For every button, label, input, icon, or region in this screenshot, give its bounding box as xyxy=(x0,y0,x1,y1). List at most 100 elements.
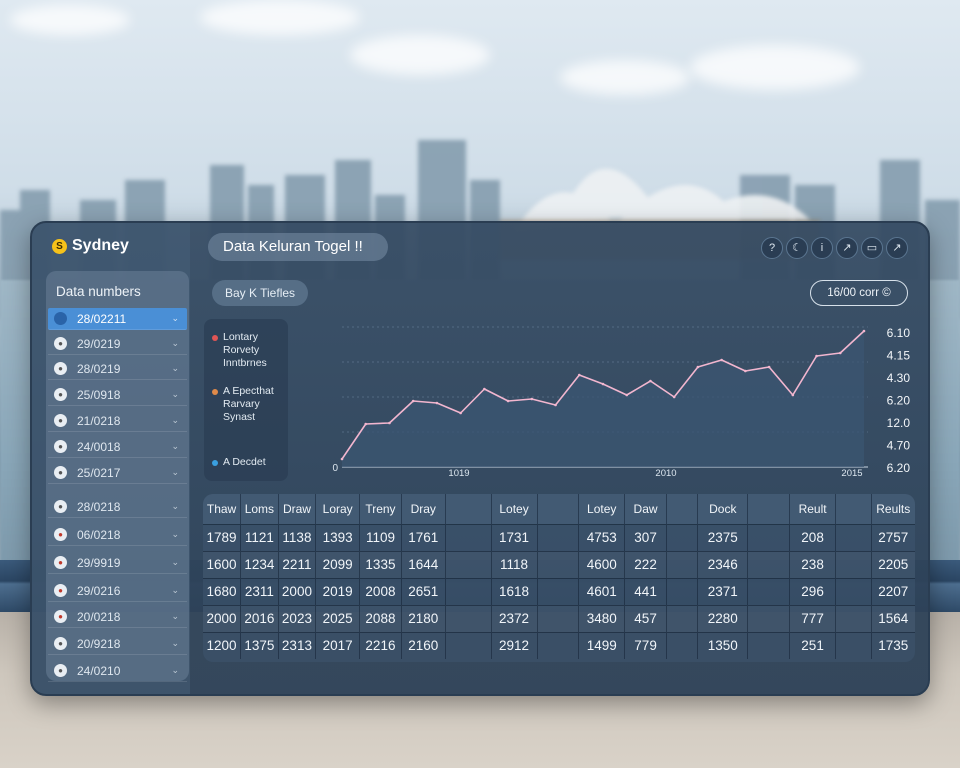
y-tick-label: 0 xyxy=(332,463,338,474)
table-cell: 296 xyxy=(789,577,837,605)
table-cell: 2099 xyxy=(315,550,361,578)
chevron-down-icon: ⌄ xyxy=(171,415,179,425)
table-cell: 1499 xyxy=(578,631,626,659)
info-icon[interactable]: i xyxy=(811,237,833,259)
sidebar-item[interactable]: ● 29/0216 ⌄ xyxy=(48,580,187,602)
sidebar-item[interactable]: ● 29/0219 ⌄ xyxy=(48,333,187,355)
column-header[interactable]: Loms xyxy=(240,494,279,524)
data-point xyxy=(411,399,415,403)
column-header[interactable] xyxy=(835,494,872,524)
column-header[interactable]: Daw xyxy=(624,494,667,524)
table-cell: 2023 xyxy=(278,604,317,632)
column-header[interactable]: Dray xyxy=(401,494,446,524)
table-cell: 1200 xyxy=(203,631,242,659)
chevron-down-icon: ⌄ xyxy=(171,441,179,451)
column-header[interactable]: Thaw xyxy=(203,494,242,524)
sidebar-item[interactable]: ● 29/9919 ⌄ xyxy=(48,552,187,574)
legend-dot xyxy=(212,460,218,466)
sidebar-item[interactable]: ● 21/0218 ⌄ xyxy=(48,410,187,432)
share-icon[interactable]: ↗ xyxy=(836,237,858,259)
sidebar-item[interactable]: ● 28/0218 ⌄ xyxy=(48,496,187,518)
y-tick-label-right: 6.20 xyxy=(887,461,911,475)
table-cell: 2346 xyxy=(697,550,749,578)
sidebar-item[interactable]: ● 24/0018 ⌄ xyxy=(48,436,187,458)
column-header[interactable]: Dock xyxy=(697,494,749,524)
table-cell: 251 xyxy=(789,631,837,659)
filter-tab[interactable]: Bay K Tiefles xyxy=(212,280,308,306)
date-icon: ● xyxy=(54,440,67,453)
data-point xyxy=(744,369,747,373)
date-icon: ● xyxy=(54,637,67,650)
table-cell: 2205 xyxy=(871,550,915,578)
column-header[interactable]: Draw xyxy=(278,494,317,524)
table-cell: 1731 xyxy=(491,523,538,551)
sidebar-item[interactable]: ● 24/0210 ⌄ xyxy=(48,660,187,682)
help-icon[interactable]: ? xyxy=(761,237,783,259)
window-icon[interactable]: ▭ xyxy=(861,237,883,259)
table-cell xyxy=(835,604,872,632)
results-table: Thaw Loms Draw Loray Treny Dray Lotey Lotey Daw D… xyxy=(203,494,915,662)
chart-legend: Lontary Rorvety Inntbrnes A Epecthat Rar… xyxy=(204,319,288,481)
table-cell: 2019 xyxy=(315,577,361,605)
sidebar-item-label: 28/0219 xyxy=(77,361,121,376)
column-header[interactable]: Reult xyxy=(789,494,837,524)
table-row: 2000 2016 2023 2025 2088 2180 2372 3480 457 2280 7… xyxy=(203,604,915,632)
table-cell: 2088 xyxy=(359,604,402,632)
date-icon: ● xyxy=(54,584,67,597)
table-cell: 3480 xyxy=(578,604,626,632)
data-point xyxy=(791,393,795,397)
column-header[interactable]: Loray xyxy=(315,494,361,524)
table-cell: 2000 xyxy=(203,604,242,632)
sidebar-item[interactable]: ● 28/0219 ⌄ xyxy=(48,358,187,380)
table-cell: 2008 xyxy=(359,577,402,605)
data-point xyxy=(577,373,581,377)
column-header[interactable]: Treny xyxy=(359,494,402,524)
table-cell xyxy=(445,577,492,605)
table-cell: 1393 xyxy=(315,523,361,551)
data-point xyxy=(862,329,866,333)
sidebar-item[interactable]: ● 20/0218 ⌄ xyxy=(48,606,187,628)
column-header[interactable] xyxy=(747,494,791,524)
counter-button[interactable]: 16/00 corr © xyxy=(810,280,908,306)
table-cell: 2207 xyxy=(871,577,915,605)
sidebar-item[interactable]: ● 20/9218 ⌄ xyxy=(48,633,187,655)
brand[interactable]: S Sydney xyxy=(52,237,129,255)
column-header[interactable] xyxy=(537,494,580,524)
expand-icon[interactable]: ↗ xyxy=(886,237,908,259)
table-cell: 2280 xyxy=(697,604,749,632)
sidebar-item[interactable]: ● 25/0918 ⌄ xyxy=(48,384,187,406)
table-cell: 1350 xyxy=(697,631,749,659)
date-icon: ● xyxy=(54,466,67,479)
column-header[interactable]: Lotey xyxy=(491,494,538,524)
table-cell xyxy=(666,523,699,551)
sidebar-item[interactable]: ● 06/0218 ⌄ xyxy=(48,524,187,546)
date-icon: ● xyxy=(54,556,67,569)
column-header[interactable] xyxy=(666,494,699,524)
table-cell: 2000 xyxy=(278,577,317,605)
sidebar-item[interactable]: ● 28/02211 ⌄ xyxy=(48,308,187,330)
table-cell: 1121 xyxy=(240,523,279,551)
table-cell: 441 xyxy=(624,577,667,605)
table-cell xyxy=(666,550,699,578)
dark-mode-icon[interactable]: ☾ xyxy=(786,237,808,259)
sidebar-item-label: 29/0219 xyxy=(77,336,121,351)
table-cell: 4753 xyxy=(578,523,626,551)
column-header[interactable]: Reults xyxy=(871,494,915,524)
sidebar-item-label: 24/0018 xyxy=(77,439,121,454)
chevron-down-icon: ⌄ xyxy=(171,363,179,373)
column-header[interactable] xyxy=(445,494,492,524)
table-cell: 2313 xyxy=(278,631,317,659)
column-header[interactable]: Lotey xyxy=(578,494,626,524)
sidebar-item-label: 28/02211 xyxy=(77,311,127,326)
table-cell xyxy=(747,523,791,551)
table-cell xyxy=(666,631,699,659)
sidebar-item-label: 28/0218 xyxy=(77,499,121,514)
table-cell xyxy=(537,523,580,551)
y-tick-label-right: 6.20 xyxy=(887,394,911,408)
sidebar-item-label: 29/9919 xyxy=(77,555,121,570)
chevron-down-icon: ⌄ xyxy=(171,611,179,621)
legend-dot xyxy=(212,389,218,395)
date-icon: ● xyxy=(54,664,67,677)
sidebar-item[interactable]: ● 25/0217 ⌄ xyxy=(48,462,187,484)
table-cell: 2311 xyxy=(240,577,279,605)
